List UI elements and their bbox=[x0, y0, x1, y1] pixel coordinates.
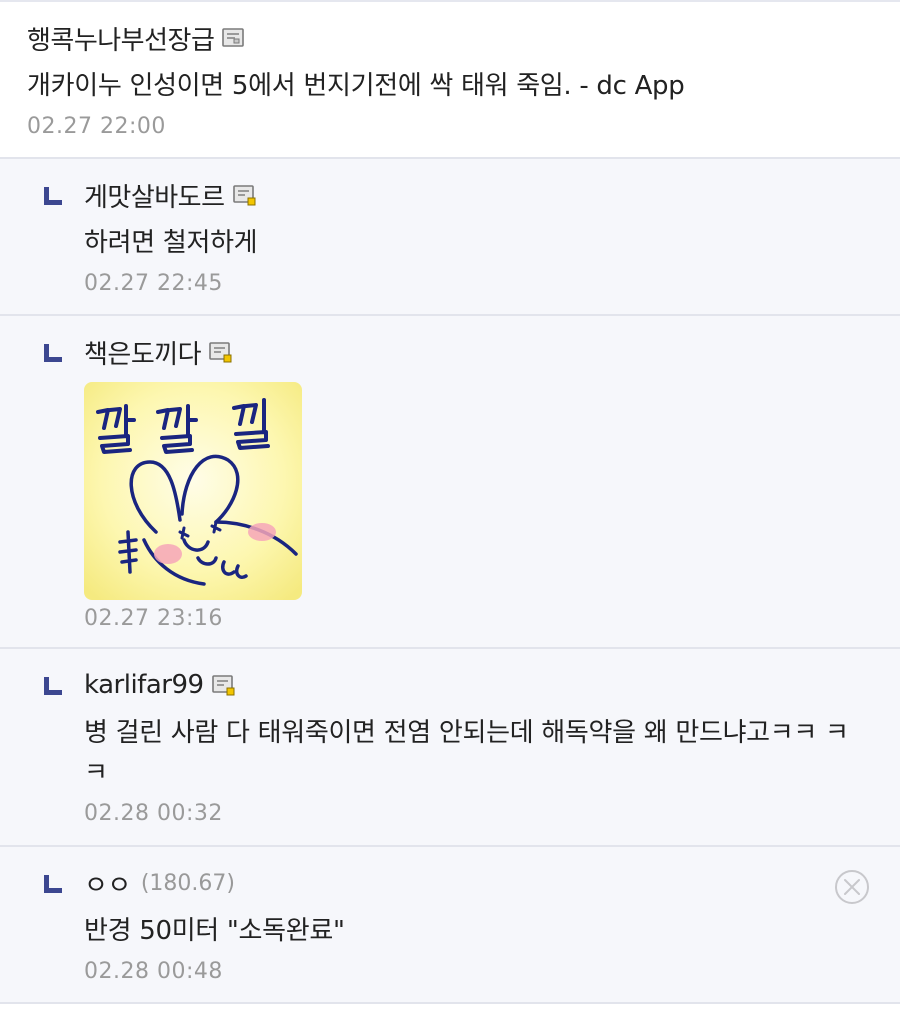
comment-author-line: 게맛살바도르 bbox=[84, 177, 900, 213]
gallog-icon[interactable] bbox=[232, 184, 257, 206]
comment-list: 행콕누나부선장급 개카이누 인성이면 5에서 번지기전에 싹 태워 죽임. - … bbox=[0, 0, 900, 1004]
reply-comment-item: karlifar99 병 걸린 사람 다 태워죽이면 전염 안되는데 해독약을 … bbox=[0, 649, 900, 847]
comment-nickname[interactable]: 책은도끼다 bbox=[84, 334, 202, 371]
comment-date: 02.28 00:32 bbox=[84, 801, 223, 826]
delete-circle-x-icon bbox=[835, 870, 869, 904]
comment-date: 02.28 00:48 bbox=[84, 959, 223, 984]
comment-nickname[interactable]: ㅇㅇ bbox=[84, 865, 131, 902]
comment-date: 02.27 23:16 bbox=[84, 606, 223, 631]
reply-arrow-icon bbox=[44, 344, 62, 362]
comment-nickname[interactable]: 행콕누나부선장급 bbox=[27, 20, 215, 57]
comment-date: 02.27 22:45 bbox=[84, 271, 223, 296]
comment-nickname[interactable]: 게맛살바도르 bbox=[84, 177, 225, 214]
comment-item: 행콕누나부선장급 개카이누 인성이면 5에서 번지기전에 싹 태워 죽임. - … bbox=[0, 2, 900, 159]
reply-comment-item: 책은도끼다 02.27 23:16 bbox=[0, 316, 900, 649]
comment-text: 개카이누 인성이면 5에서 번지기전에 싹 태워 죽임. - dc App bbox=[27, 71, 685, 101]
reply-arrow-icon bbox=[44, 187, 62, 205]
delete-comment-button[interactable] bbox=[834, 869, 870, 905]
comment-author-line: 책은도끼다 bbox=[84, 334, 900, 370]
gallog-icon[interactable] bbox=[211, 674, 236, 696]
reply-arrow-icon bbox=[44, 677, 62, 695]
comment-author-line: ㅇㅇ (180.67) bbox=[84, 865, 900, 901]
comment-author-line: 행콕누나부선장급 bbox=[27, 20, 900, 56]
gallog-icon[interactable] bbox=[209, 341, 233, 363]
reply-comment-item: ㅇㅇ (180.67) 반경 50미터 "소독완료" 02.28 00:48 bbox=[0, 847, 900, 1004]
comment-text: 하려면 철저하게 bbox=[84, 228, 258, 258]
comment-ip: (180.67) bbox=[140, 870, 235, 896]
comment-date: 02.27 22:00 bbox=[27, 114, 166, 139]
comment-author-line: karlifar99 bbox=[84, 667, 900, 703]
gallog-icon[interactable] bbox=[222, 27, 246, 49]
rabbit-laugh-sticker[interactable] bbox=[84, 382, 302, 600]
comment-text: 병 걸린 사람 다 태워죽이면 전염 안되는데 해독약을 왜 만드냐고ㅋㅋ ㅋㅋ bbox=[84, 718, 849, 788]
comment-nickname[interactable]: karlifar99 bbox=[84, 670, 204, 700]
reply-arrow-icon bbox=[44, 875, 62, 893]
reply-comment-item: 게맛살바도르 하려면 철저하게 02.27 22:45 bbox=[0, 159, 900, 316]
comment-text: 반경 50미터 "소독완료" bbox=[84, 916, 345, 946]
